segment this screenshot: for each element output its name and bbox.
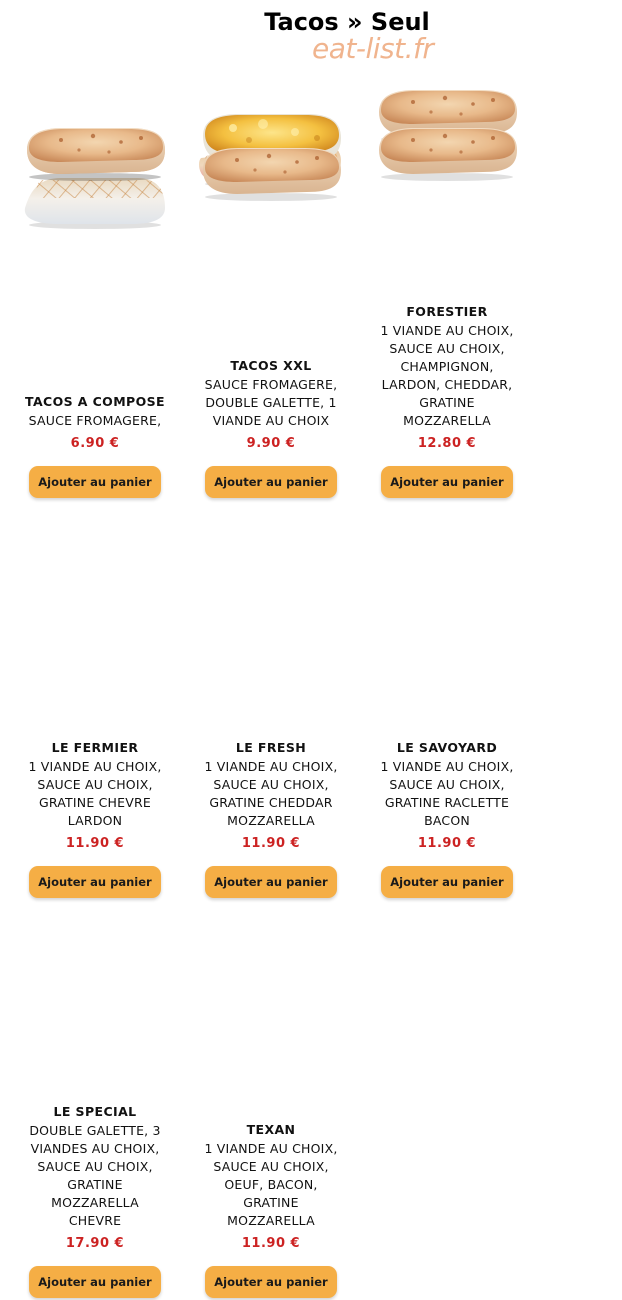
description-line: CHEVRE [68, 1213, 122, 1228]
description-line: VIANDE AU CHOIX [212, 413, 330, 428]
product-image [373, 120, 521, 182]
description-line: CHAMPIGNON, [400, 359, 494, 374]
product-price: 9.90 € [246, 436, 296, 451]
description-line: SAUCE AU CHOIX, [389, 341, 505, 356]
product-price: 11.90 € [241, 1236, 301, 1251]
description-line: MOZZARELLA [51, 1195, 139, 1210]
description-line: SAUCE AU CHOIX, [37, 1159, 153, 1174]
description-line: SAUCE AU CHOIX, [213, 1159, 329, 1174]
product-info: LE SAVOYARD 1 VIANDE AU CHOIX, SAUCE AU CH… [363, 740, 531, 900]
description-line: GRATINE RACLETTE [384, 795, 510, 810]
product-image [21, 120, 169, 182]
product-name: TACOS XXL [230, 358, 312, 373]
description-line: GRATINE CHEVRE [39, 795, 151, 810]
description-line: 1 VIANDE AU CHOIX, [380, 323, 514, 338]
description-line: GRATINE [243, 1195, 299, 1210]
product-info: LE SPECIAL DOUBLE GALETTE, 3 VIANDES AU CH… [11, 1104, 179, 1300]
description-line: 1 VIANDE AU CHOIX, [204, 1141, 338, 1156]
description-line: OEUF, BACON, [224, 1177, 318, 1192]
description-line: BACON [424, 813, 470, 828]
product-card: LE FRESH 1 VIANDE AU CHOIX, SAUCE AU CHOIX… [191, 114, 351, 900]
product-description: 1 VIANDE AU CHOIX, SAUCE AU CHOIX, OEUF, B… [187, 1140, 355, 1230]
product-description: 1 VIANDE AU CHOIX, SAUCE AU CHOIX, GRATINE… [11, 758, 179, 830]
product-description: SAUCE FROMAGERE, DOUBLE GALETTE, 1 VIANDE … [187, 376, 355, 430]
product-name: LE SPECIAL [53, 1104, 137, 1119]
product-price: 11.90 € [65, 836, 125, 851]
description-line: LARDON [67, 813, 123, 828]
description-line: 1 VIANDE AU CHOIX, [204, 759, 338, 774]
product-card: LE SAVOYARD 1 VIANDE AU CHOIX, SAUCE AU CH… [367, 128, 527, 900]
description-line: SAUCE FROMAGERE, [28, 413, 162, 428]
description-line: GRATINE [67, 1177, 123, 1192]
page-title: Tacos » Seul [264, 8, 430, 36]
description-line: MOZZARELLA [403, 413, 491, 428]
product-price: 17.90 € [65, 1236, 125, 1251]
description-line: MOZZARELLA [227, 813, 315, 828]
product-description: SAUCE FROMAGERE, [11, 412, 179, 430]
description-line: SAUCE AU CHOIX, [37, 777, 153, 792]
add-to-cart-button[interactable]: Ajouter au panier [205, 1266, 337, 1298]
description-line: DOUBLE GALETTE, 1 [205, 395, 337, 410]
product-name: TACOS A COMPOSE [25, 394, 165, 409]
product-name: FORESTIER [406, 304, 488, 319]
product-name: LE SAVOYARD [396, 740, 498, 755]
product-price: 12.80 € [417, 436, 477, 451]
add-to-cart-button[interactable]: Ajouter au panier [381, 866, 513, 898]
description-line: SAUCE AU CHOIX, [213, 777, 329, 792]
product-description: 1 VIANDE AU CHOIX, SAUCE AU CHOIX, GRATINE… [363, 758, 531, 830]
product-name: TEXAN [246, 1122, 296, 1137]
product-price: 6.90 € [70, 436, 120, 451]
product-price: 11.90 € [417, 836, 477, 851]
description-line: SAUCE FROMAGERE, [204, 377, 338, 392]
product-name: LE FRESH [235, 740, 307, 755]
product-price: 11.90 € [241, 836, 301, 851]
product-description: 1 VIANDE AU CHOIX, SAUCE AU CHOIX, CHAMPIG… [363, 322, 531, 430]
product-image [197, 140, 345, 202]
description-line: GRATINE [419, 395, 475, 410]
product-description: 1 VIANDE AU CHOIX, SAUCE AU CHOIX, GRATINE… [187, 758, 355, 830]
description-line: 1 VIANDE AU CHOIX, [380, 759, 514, 774]
product-name: LE FERMIER [51, 740, 139, 755]
description-line: SAUCE AU CHOIX, [389, 777, 505, 792]
product-description: DOUBLE GALETTE, 3 VIANDES AU CHOIX, SAUCE … [11, 1122, 179, 1230]
description-line: DOUBLE GALETTE, 3 [29, 1123, 161, 1138]
description-line: MOZZARELLA [227, 1213, 315, 1228]
description-line: LARDON, CHEDDAR, [381, 377, 513, 392]
product-card: LE SPECIAL DOUBLE GALETTE, 3 VIANDES AU CH… [15, 128, 175, 1300]
description-line: VIANDES AU CHOIX, [30, 1141, 160, 1156]
description-line: GRATINE CHEDDAR [209, 795, 333, 810]
product-info: TEXAN 1 VIANDE AU CHOIX, SAUCE AU CHOIX, OE… [187, 1122, 355, 1300]
product-card: TEXAN 1 VIANDE AU CHOIX, SAUCE AU CHOIX, OE… [191, 148, 351, 1300]
add-to-cart-button[interactable]: Ajouter au panier [29, 1266, 161, 1298]
description-line: 1 VIANDE AU CHOIX, [28, 759, 162, 774]
product-card: LE FERMIER 1 VIANDE AU CHOIX, SAUCE AU CHO… [15, 128, 175, 900]
